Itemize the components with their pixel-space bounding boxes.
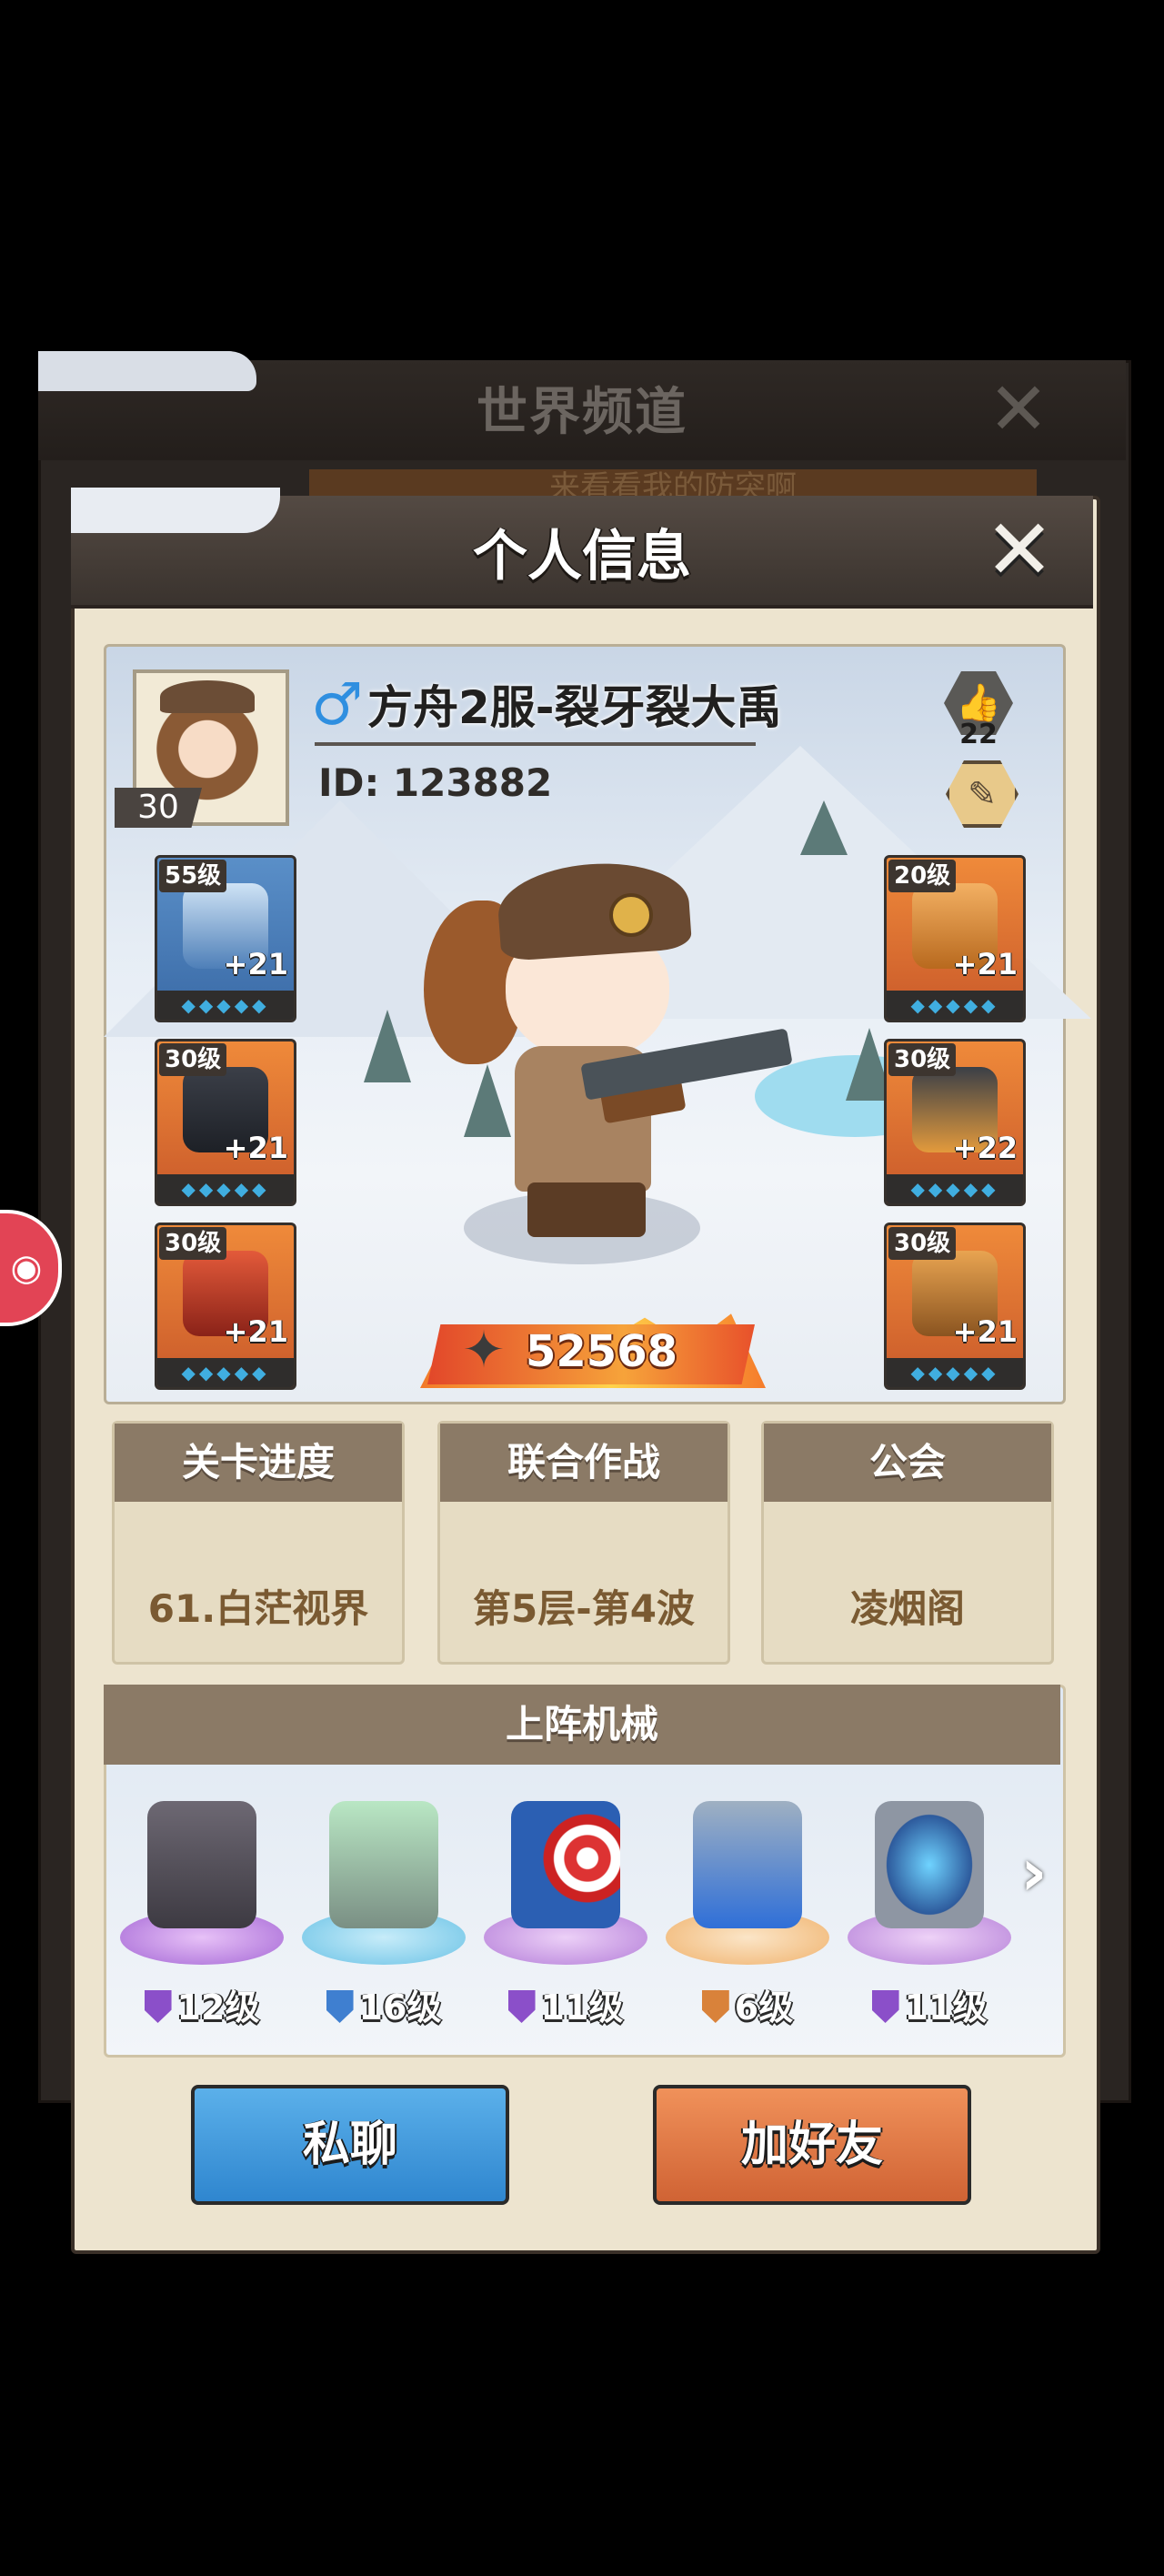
stat-label: 联合作战: [440, 1424, 728, 1502]
stat-joint-battle: 联合作战 第5层-第4波: [437, 1421, 730, 1665]
shield-robot-icon: [511, 1801, 620, 1928]
tank-icon: [329, 1801, 438, 1928]
stat-value[interactable]: 凌烟阁: [764, 1578, 1051, 1634]
mech-knight-robot[interactable]: 6级: [657, 1774, 838, 2047]
missile-launcher-icon: [147, 1801, 256, 1928]
stat-label: 关卡进度: [115, 1424, 402, 1502]
mech-level: 6级: [657, 1979, 838, 2029]
equipment-plus: +21: [952, 1314, 1018, 1349]
mech-level-text: 11级: [904, 1987, 988, 2028]
equipment-slot-pants[interactable]: 30级 +22 ◆◆◆◆◆: [884, 1039, 1026, 1206]
equipment-gems: ◆◆◆◆◆: [887, 1358, 1023, 1387]
mech-level-text: 12级: [176, 1987, 260, 2028]
rank-shield-icon: [701, 1990, 729, 2023]
player-name: 方舟2服-裂牙裂大禹: [367, 681, 782, 734]
equipment-plus: +21: [223, 1131, 288, 1165]
tree-decoration: [364, 1010, 411, 1082]
rank-shield-icon: [144, 1990, 172, 2023]
combat-power-value: 52568: [526, 1326, 677, 1377]
equipment-slot-helmet[interactable]: 55级 +21 ◆◆◆◆◆: [155, 855, 296, 1022]
rank-shield-icon: [326, 1990, 354, 2023]
equipment-level: 30级: [888, 1043, 957, 1076]
avatar-hat: [160, 680, 255, 713]
divider: [315, 742, 756, 746]
equipment-plus: +21: [952, 947, 1018, 981]
equipment-slot-gauntlet[interactable]: 30级 +21 ◆◆◆◆◆: [155, 1223, 296, 1390]
mech-missile-launcher[interactable]: 12级: [111, 1774, 293, 2047]
close-icon[interactable]: ✕: [978, 508, 1060, 592]
close-icon[interactable]: ✕: [982, 373, 1055, 446]
equipment-plus: +22: [952, 1131, 1018, 1165]
mech-energy-cube[interactable]: 11级: [838, 1774, 1020, 2047]
male-icon: ♂: [311, 671, 364, 739]
equipment-plus: +21: [223, 1314, 288, 1349]
equipment-plus: +21: [223, 947, 288, 981]
equipment-gems: ◆◆◆◆◆: [157, 1174, 294, 1203]
stat-label: 公会: [764, 1424, 1051, 1502]
deployed-mechs-title: 上阵机械: [104, 1685, 1060, 1765]
rank-shield-icon: [871, 1990, 899, 2023]
mech-level: 12级: [111, 1979, 293, 2029]
mech-shield-robot[interactable]: 11级: [475, 1774, 657, 2047]
mech-level-text: 16级: [358, 1987, 442, 2028]
hat-badge-icon: [609, 893, 653, 937]
tree-decoration: [800, 800, 848, 855]
knight-robot-icon: [693, 1801, 802, 1928]
rank-shield-icon: [507, 1990, 536, 2023]
equipment-level: 30级: [159, 1227, 227, 1260]
equipment-slot-boots[interactable]: 30级 +21 ◆◆◆◆◆: [884, 1223, 1026, 1390]
player-id: ID: 123882: [318, 760, 553, 805]
like-count: 22: [959, 719, 998, 750]
mech-level: 11级: [475, 1979, 657, 2029]
equipment-gems: ◆◆◆◆◆: [157, 1358, 294, 1387]
energy-cube-icon: [875, 1801, 984, 1928]
equipment-level: 30级: [888, 1227, 957, 1260]
equipment-level: 55级: [159, 860, 227, 892]
mech-tank[interactable]: 16级: [293, 1774, 475, 2047]
mech-level-text: 11级: [540, 1987, 624, 2028]
stat-value: 61.白茫视界: [147, 1586, 369, 1631]
equipment-slot-shoulder[interactable]: 20级 +21 ◆◆◆◆◆: [884, 855, 1026, 1022]
equipment-slot-armor[interactable]: 30级 +21 ◆◆◆◆◆: [155, 1039, 296, 1206]
equipment-gems: ◆◆◆◆◆: [887, 1174, 1023, 1203]
private-chat-button[interactable]: 私聊: [191, 2085, 509, 2205]
mech-level-text: 6级: [734, 1987, 794, 2028]
gun-icon: ✦: [462, 1321, 506, 1380]
stat-value: 第5层-第4波: [473, 1586, 695, 1631]
mech-level: 11级: [838, 1979, 1020, 2029]
equipment-gems: ◆◆◆◆◆: [157, 991, 294, 1020]
stat-stage-progress: 关卡进度 61.白茫视界: [112, 1421, 405, 1665]
equipment-level: 20级: [888, 860, 957, 892]
equipment-level: 30级: [159, 1043, 227, 1076]
character-legs: [527, 1182, 646, 1237]
equipment-gems: ◆◆◆◆◆: [887, 991, 1023, 1020]
tree-decoration: [464, 1064, 511, 1137]
stat-guild: 公会 凌烟阁: [761, 1421, 1054, 1665]
player-level-badge: 30: [115, 788, 202, 828]
chevron-right-icon[interactable]: ›: [1020, 1836, 1066, 1908]
mech-level: 16级: [293, 1979, 475, 2029]
add-friend-button[interactable]: 加好友: [653, 2085, 971, 2205]
